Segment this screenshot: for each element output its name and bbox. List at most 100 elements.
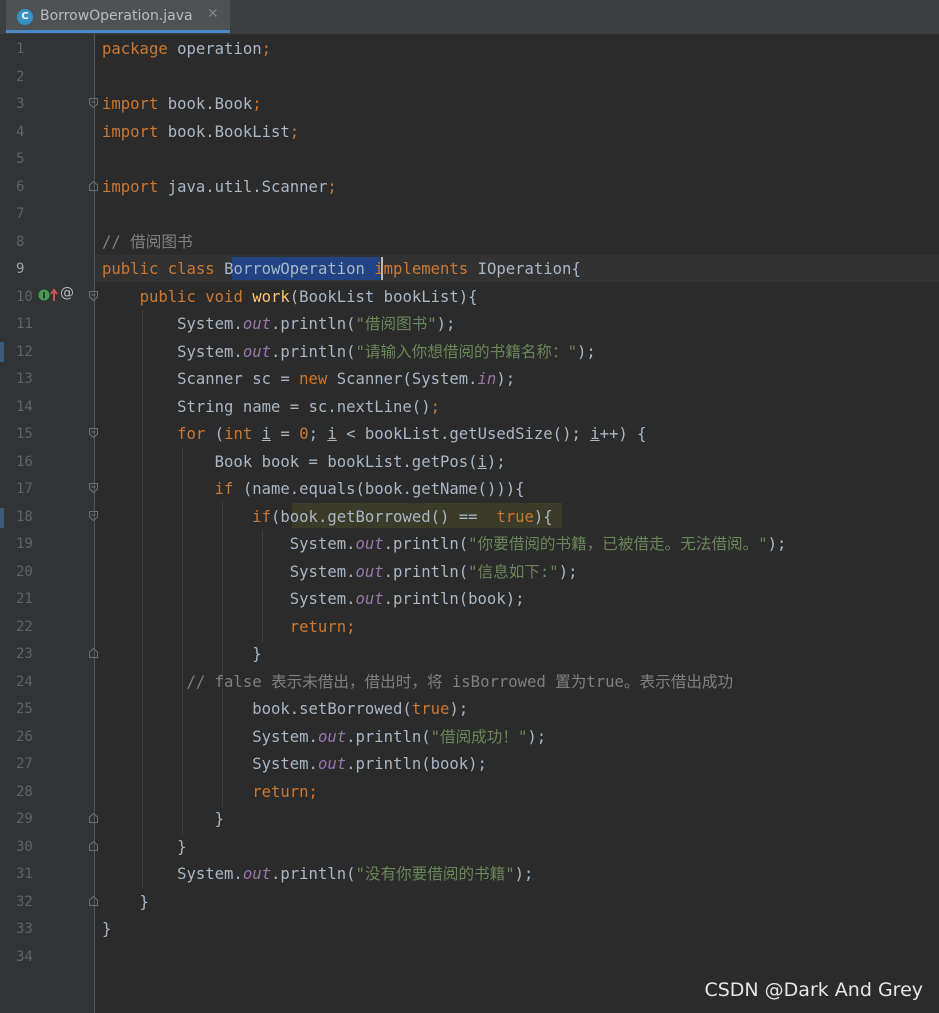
line-number: 13 [16,371,33,387]
fold-open-icon[interactable] [89,428,98,438]
code-token: out [242,315,271,333]
fold-end-icon[interactable] [89,648,98,658]
code-line[interactable]: } [102,809,224,829]
code-token: } [102,837,187,856]
close-icon[interactable]: ✕ [207,6,219,22]
line-number: 8 [16,233,25,250]
code-token: ; [289,122,300,141]
code-token: int [224,425,262,443]
code-token: Scanner sc = [102,370,300,388]
code-token: ; [261,40,271,58]
code-token: 0 [299,425,309,443]
code-token: .println( [271,315,356,333]
code-line[interactable]: } [102,644,262,664]
code-line[interactable]: return; [102,782,318,802]
fold-end-icon[interactable] [89,840,98,851]
code-line[interactable]: // 借阅图书 [102,232,193,252]
code-token: ; [430,397,440,416]
code-line[interactable]: } [102,892,149,912]
code-token: ); [514,865,534,883]
line-number: 10 [16,288,33,305]
code-token: } [102,645,262,663]
editor-tab-bar: C BorrowOperation.java ✕ [0,0,939,35]
implements-method-icon[interactable]: I [38,288,60,302]
code-token: System. [102,535,356,553]
fold-open-icon[interactable] [89,510,98,521]
code-line[interactable]: String name = sc.nextLine(); [102,397,440,417]
line-number: 32 [16,893,33,910]
code-token: out [242,342,271,361]
code-token: // 借阅图书 [102,232,193,251]
line-number: 20 [16,563,33,580]
line-number: 31 [16,866,33,882]
code-line[interactable]: return; [102,617,356,637]
code-line[interactable]: import java.util.Scanner; [102,177,337,197]
code-line[interactable]: Scanner sc = new Scanner(System.in); [102,369,515,389]
code-token: ( [214,425,225,443]
line-number: 2 [16,68,25,85]
watermark: CSDN @Dark And Grey [704,979,923,1001]
code-token: ++) { [599,425,647,443]
code-token: ); [449,700,469,718]
code-token: .println( [383,562,469,581]
code-line[interactable]: System.out.println("你要借阅的书籍，已被借走。无法借阅。")… [102,534,787,554]
fold-end-icon[interactable] [89,895,98,906]
code-line[interactable]: public class BorrowOperation implements … [102,259,581,279]
code-token: .println(book); [383,590,525,608]
code-line[interactable]: System.out.println("借阅图书"); [102,314,455,334]
code-line[interactable]: if (name.equals(book.getName())){ [102,479,525,499]
code-token: ; [252,95,262,113]
code-line[interactable]: public void work(BookList bookList){ [102,287,478,307]
line-number: 34 [16,948,33,965]
code-line[interactable]: System.out.println("没有你要借阅的书籍"); [102,864,533,884]
tab-borrow-operation[interactable]: C BorrowOperation.java ✕ [6,0,230,33]
code-token: import [102,95,159,113]
code-line[interactable]: } [102,837,187,857]
code-line[interactable]: System.out.println(book); [102,589,525,609]
code-line[interactable]: import book.Book; [102,94,262,114]
code-token: System. [102,315,243,333]
line-number: 18 [16,508,33,525]
line-number: 3 [16,96,25,112]
code-token: java.util.Scanner [158,177,328,196]
fold-end-icon[interactable] [89,813,98,823]
line-number: 29 [16,811,33,827]
code-token: (name.equals(book.getName())){ [242,480,525,498]
code-token: out [317,755,347,773]
fold-open-icon[interactable] [89,98,98,108]
code-line[interactable]: System.out.println("信息如下:"); [102,562,578,582]
code-token: System. [102,342,243,361]
code-token: ){ [533,507,553,526]
code-token: System. [102,590,356,608]
code-token: out [317,727,347,746]
code-token: work [252,287,290,306]
code-token: = [271,425,300,443]
line-number: 4 [16,123,25,140]
code-line[interactable]: for (int i = 0; i < bookList.getUsedSize… [102,424,647,444]
code-line[interactable]: import book.BookList; [102,122,299,142]
override-annotation-icon[interactable]: @ [60,285,74,301]
code-line[interactable]: Book book = bookList.getPos(i); [102,452,506,472]
code-line[interactable]: System.out.println("借阅成功！"); [102,727,546,747]
code-token: IOperation{ [477,260,581,278]
line-number: 25 [16,701,33,717]
code-line[interactable]: if(book.getBorrowed() == true){ [102,507,553,527]
fold-open-icon[interactable] [89,290,98,301]
code-token: for [177,425,215,443]
code-line[interactable]: book.setBorrowed(true); [102,699,468,719]
text-caret [381,257,383,280]
code-token: "信息如下:" [468,562,559,581]
fold-end-icon[interactable] [89,180,98,191]
code-token: String name = sc.nextLine() [102,397,431,416]
code-line[interactable]: package operation; [102,39,271,59]
code-token: ); [527,727,547,746]
code-line[interactable]: System.out.println("请输入你想借阅的书籍名称："); [102,342,596,362]
code-token: i [261,425,272,443]
code-token: return; [252,782,318,801]
fold-open-icon[interactable] [89,483,98,493]
code-line[interactable]: System.out.println(book); [102,754,487,774]
code-line[interactable]: } [102,919,111,939]
code-line[interactable]: // false 表示未借出，借出时，将 isBorrowed 置为true。表… [102,672,733,692]
